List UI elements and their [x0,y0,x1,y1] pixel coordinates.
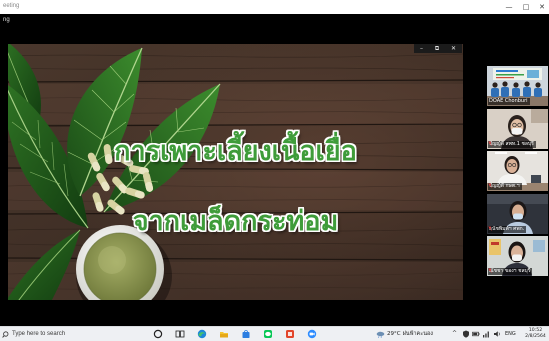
minimize-button[interactable]: — [503,2,515,12]
office-icon[interactable] [285,329,295,339]
weather-widget[interactable]: 29°C ฝนฟ้าคะนอง [376,329,433,339]
maximize-button[interactable]: □ [520,2,532,12]
network-icon[interactable] [482,330,490,338]
slide-title-line-1: การเพาะเลี้ยงเนื้อเยื่อ [114,136,357,167]
cloud-rain-icon [376,331,385,338]
participant-video-tile[interactable]: DOAE Chonburi [487,66,548,106]
participant-name: DOAE Chonburi [489,98,528,104]
meeting-menu-label[interactable]: ng [3,17,10,23]
zoom-icon[interactable] [307,329,317,339]
weather-temperature: 29°C [387,331,401,337]
slide-title-line-2: จากเมล็ดกระท่อม [132,206,339,237]
participant-video-tile[interactable]: ณัชชา ของฯ ชลบุรี [487,236,548,276]
task-view-icon[interactable] [175,329,185,339]
desktop-screen: eeting — □ ✕ ng การเพาะเลี้ยงเนื้อเยื่อ … [0,0,549,341]
muted-mic-icon [488,226,492,231]
close-button[interactable]: ✕ [536,2,548,12]
line-app-icon[interactable] [263,329,273,339]
search-icon [2,330,9,338]
participant-name: ธนัชพิมพ์ฯ ศพก. [489,226,525,232]
window-title: eeting [3,3,20,9]
participant-name-label: ปัญญ์ดี กษต.ฯ [488,183,522,190]
cortana-icon[interactable] [153,329,163,339]
security-shield-icon[interactable] [462,330,470,338]
store-icon[interactable] [241,329,251,339]
slide-background-image [8,44,463,300]
edge-icon[interactable] [197,329,207,339]
participant-name: ปัญญ์ดี กษต.ฯ [489,183,520,189]
window-titlebar[interactable]: eeting — □ ✕ [0,0,549,14]
file-explorer-icon[interactable] [219,329,229,339]
weather-condition: ฝนฟ้าคะนอง [402,331,433,337]
muted-mic-icon [488,268,492,273]
input-language-indicator[interactable]: ENG [505,331,516,338]
meeting-window: ng การเพาะเลี้ยงเนื้อเยื่อ จากเมล็ดกระท่… [0,14,549,326]
shared-screen[interactable]: การเพาะเลี้ยงเนื้อเยื่อ จากเมล็ดกระท่อม [8,44,463,300]
taskbar-clock[interactable]: 10:52 2/8/2564 [523,328,548,340]
clock-date: 2/8/2564 [525,334,546,339]
battery-icon[interactable] [472,330,480,338]
muted-mic-icon [488,141,492,146]
muted-mic-icon [488,183,492,188]
participant-video-tile[interactable]: ปัญญ์ดี กษต.ฯ [487,151,548,191]
participant-name-label: DOAE Chonburi [488,98,530,105]
participant-name-label: ธนัชพิมพ์ฯ ศพก. [488,226,527,233]
share-restore-button[interactable]: ⧉ [435,44,439,53]
share-window-controls: – ⧉ ✕ [414,44,462,53]
share-close-button[interactable]: ✕ [451,44,456,53]
search-placeholder: Type here to search [12,331,66,337]
windows-taskbar: Type here to search 29°C ฝนฟ้าคะนอง ^ EN… [0,326,549,341]
participant-video-tile[interactable]: ธนัชพิมพ์ฯ ศพก. [487,194,548,234]
participant-name: ปัญญ์ดี สพท.1 ชลบุรี [489,141,534,147]
participant-name-label: ณัชชา ของฯ ชลบุรี [488,268,533,275]
taskbar-search[interactable]: Type here to search [2,328,142,340]
share-minimize-button[interactable]: – [420,44,423,53]
speaker-icon[interactable] [493,330,501,338]
participant-name: ณัชชา ของฯ ชลบุรี [489,268,531,274]
participant-video-tile[interactable]: ปัญญ์ดี สพท.1 ชลบุรี [487,109,548,149]
show-hidden-icons-button[interactable]: ^ [452,330,457,338]
participant-name-label: ปัญญ์ดี สพท.1 ชลบุรี [488,141,536,148]
